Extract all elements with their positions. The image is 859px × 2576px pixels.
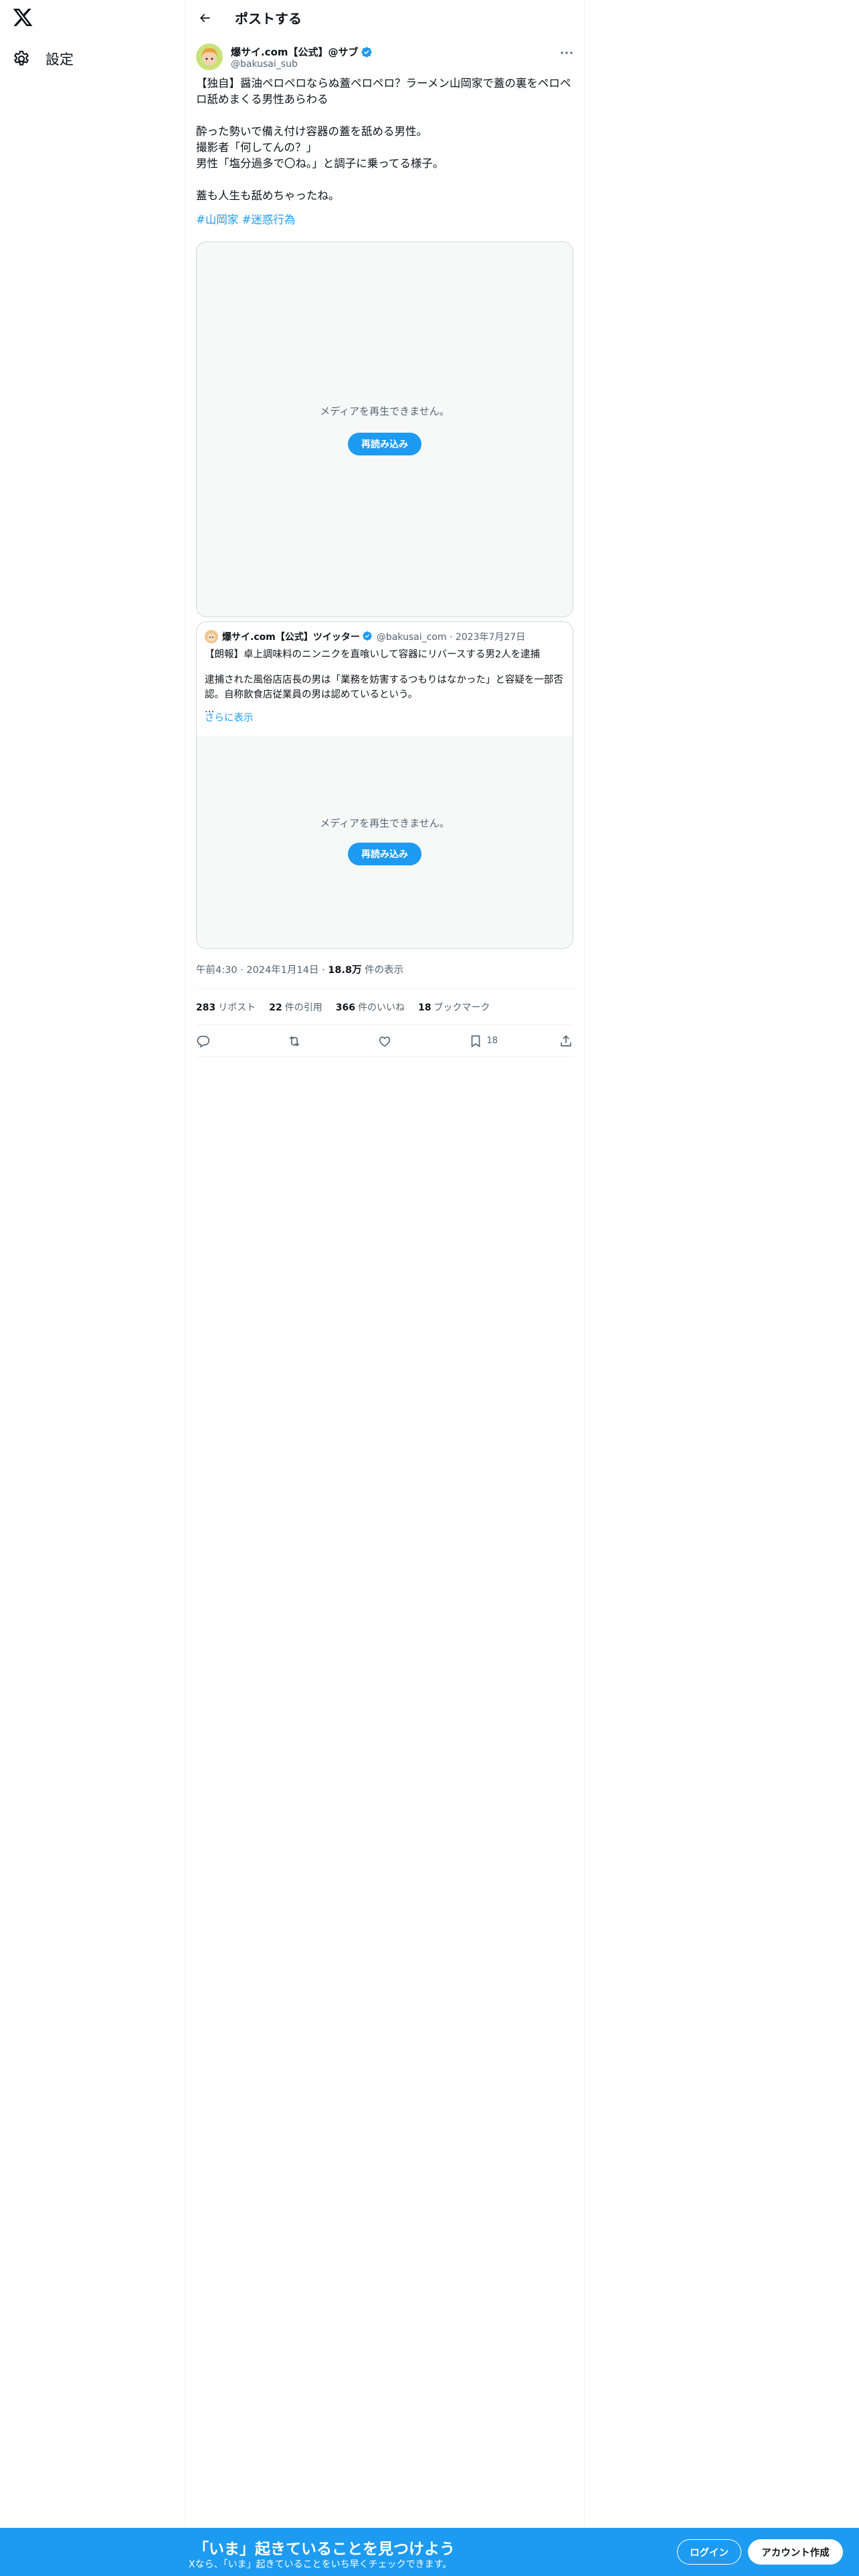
author-handle[interactable]: @bakusai_sub bbox=[231, 59, 298, 70]
post-timestamp: 午前4:30 · 2024年1月14日 · 18.8万 件の表示 bbox=[196, 962, 573, 989]
share-icon bbox=[561, 1035, 571, 1047]
action-bar: 18 bbox=[196, 1025, 573, 1057]
avatar[interactable] bbox=[196, 43, 223, 70]
share-button[interactable] bbox=[559, 1034, 573, 1049]
post-text-line: 男性「塩分過多で〇ね。」と調子に乗ってる様子。 bbox=[196, 157, 444, 170]
media-error-message: メディアを再生できません。 bbox=[320, 405, 450, 417]
banner-headline: 「いま」起きていることを見つけよう bbox=[193, 2541, 455, 2558]
repost-button[interactable] bbox=[287, 1034, 341, 1049]
reply-button[interactable] bbox=[196, 1034, 250, 1049]
signup-banner: 「いま」起きていることを見つけよう Xなら、「いま」起きていることをいち早くチェ… bbox=[0, 2528, 859, 2576]
x-logo-icon[interactable] bbox=[12, 7, 33, 28]
timestamp-text[interactable]: 午前4:30 · 2024年1月14日 · bbox=[196, 965, 328, 976]
gear-icon bbox=[12, 49, 31, 68]
post-text-line: 蓋も人生も舐めちゃったね。 bbox=[196, 189, 340, 202]
post-text: 【独自】醤油ペロペロならぬ蓋ペロペロ？ラーメン山岡家で蓋の裏をペロペロ舐めまくる… bbox=[196, 76, 573, 204]
quote-meta: @bakusai_com · 2023年7月27日 bbox=[376, 632, 526, 643]
login-button[interactable]: ログイン bbox=[677, 2539, 741, 2565]
hashtag-link[interactable]: #山岡家 bbox=[196, 213, 238, 226]
quote-body: 逮捕された風俗店店長の男は「業務を妨害するつもりはなかった」と容疑を一部否認。自… bbox=[205, 673, 565, 717]
post-text-line bbox=[196, 172, 573, 188]
post-author: 爆サイ.com【公式】@サブ @bakusai_sub bbox=[185, 43, 584, 81]
media-player[interactable]: メディアを再生できません。 再読み込み bbox=[196, 241, 573, 617]
like-stat[interactable]: 366 件のいいね bbox=[336, 1000, 405, 1014]
main-column: ポストする 爆サイ.com【公式】@サブ @bakusai_sub 【独自】醤油… bbox=[185, 0, 585, 2576]
repost-icon bbox=[289, 1035, 299, 1047]
post-text-line: 酔った勢いで備え付け容器の蓋を舐める男性。 bbox=[196, 125, 428, 138]
sidebar-item-settings[interactable]: 設定 bbox=[12, 45, 74, 72]
like-button[interactable] bbox=[377, 1034, 431, 1049]
view-count: 18.8万 bbox=[328, 965, 362, 976]
post-text-line bbox=[196, 108, 573, 124]
avatar bbox=[205, 630, 218, 643]
reload-button[interactable]: 再読み込み bbox=[348, 433, 421, 455]
quote-author-name: 爆サイ.com【公式】ツイッター bbox=[222, 632, 360, 643]
verified-badge-icon bbox=[362, 631, 374, 643]
reload-button[interactable]: 再読み込み bbox=[348, 843, 421, 865]
create-account-button[interactable]: アカウント作成 bbox=[748, 2539, 843, 2565]
verified-badge-icon bbox=[361, 46, 373, 58]
banner-subtext: Xなら、「いま」起きていることをいち早くチェックできます。 bbox=[189, 2559, 452, 2570]
bookmark-stat[interactable]: 18 ブックマーク bbox=[418, 1000, 490, 1014]
view-label: 件の表示 bbox=[361, 965, 404, 976]
back-arrow-icon[interactable] bbox=[193, 7, 216, 29]
author-name[interactable]: 爆サイ.com【公式】@サブ bbox=[231, 45, 359, 59]
bookmark-icon bbox=[471, 1035, 480, 1047]
quoted-post[interactable]: 爆サイ.com【公式】ツイッター @bakusai_com · 2023年7月2… bbox=[196, 621, 573, 949]
engagement-stats: 283 リポスト 22 件の引用 366 件のいいね 18 ブックマーク bbox=[196, 989, 573, 1025]
media-error-message: メディアを再生できません。 bbox=[320, 817, 450, 829]
bookmark-count: 18 bbox=[486, 1036, 498, 1046]
reply-icon bbox=[197, 1035, 210, 1048]
heart-icon bbox=[379, 1036, 391, 1047]
quote-media-player[interactable]: メディアを再生できません。 再読み込み bbox=[197, 736, 573, 948]
repost-stat[interactable]: 283 リポスト bbox=[196, 1000, 256, 1014]
quote-stat[interactable]: 22 件の引用 bbox=[269, 1000, 322, 1014]
bookmark-button[interactable]: 18 bbox=[468, 1034, 522, 1049]
more-options-icon[interactable] bbox=[559, 45, 575, 61]
show-more-link[interactable]: さらに表示 bbox=[205, 710, 254, 724]
quote-title: 【朗報】卓上調味料のニンニクを直喰いして容器にリバースする男2人を逮捕 bbox=[205, 649, 541, 660]
left-sidebar: 設定 bbox=[0, 0, 185, 2576]
post-text-line: 撮影者「何してんの？」 bbox=[196, 141, 318, 154]
sidebar-item-label: 設定 bbox=[45, 51, 74, 68]
quote-body-text: 逮捕された風俗店店長の男は「業務を妨害するつもりはなかった」と容疑を一部否認。自… bbox=[205, 675, 563, 700]
header: ポストする bbox=[185, 0, 584, 35]
page-title: ポストする bbox=[235, 11, 302, 27]
hashtag-link[interactable]: #迷惑行為 bbox=[242, 213, 296, 226]
hashtags: #山岡家 #迷惑行為 bbox=[196, 212, 573, 228]
